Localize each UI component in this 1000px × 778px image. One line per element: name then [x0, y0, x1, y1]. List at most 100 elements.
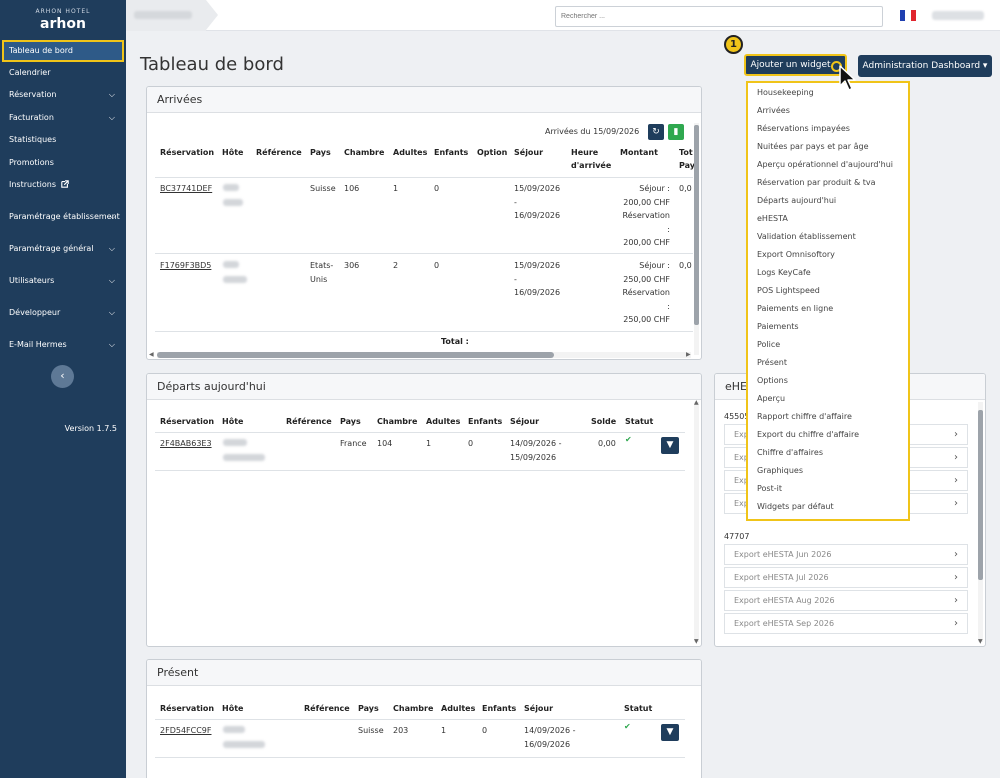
- widget-menu-item[interactable]: Réservation par produit & tva: [757, 177, 876, 189]
- collapse-sidebar-button[interactable]: ‹: [51, 365, 74, 388]
- reservation-link[interactable]: BC37741DEF: [160, 184, 212, 193]
- widget-menu-item[interactable]: Départs aujourd'hui: [757, 195, 836, 207]
- ehesta-export-item[interactable]: Export eHESTA Jun 2026 ›: [724, 544, 968, 565]
- sidebar-item-reservation[interactable]: Réservation ⌵: [0, 84, 126, 106]
- widget-menu-item[interactable]: eHESTA: [757, 213, 788, 225]
- sidebar-item-calendrier[interactable]: Calendrier: [0, 62, 126, 84]
- widget-menu-item[interactable]: Aperçu opérationnel d'aujourd'hui: [757, 159, 893, 171]
- sidebar-item-email-hermes[interactable]: E-Mail Hermes ⌵: [0, 334, 126, 356]
- col-header[interactable]: Chambre: [344, 146, 384, 159]
- widget-menu-item[interactable]: Graphiques: [757, 465, 803, 477]
- sidebar-item-parametrage-etablissement[interactable]: Paramétrage établissement ⌵: [0, 206, 126, 228]
- sidebar-item-facturation[interactable]: Facturation ⌵: [0, 107, 126, 129]
- scroll-down-icon[interactable]: ▼: [978, 638, 983, 645]
- col-header[interactable]: Réservation: [160, 415, 214, 428]
- widget-menu-item[interactable]: Nuitées par pays et par âge: [757, 141, 869, 153]
- widget-menu-item[interactable]: Paiements en ligne: [757, 303, 833, 315]
- vertical-scrollbar[interactable]: [978, 402, 983, 642]
- col-header[interactable]: Statut: [624, 702, 652, 715]
- col-header[interactable]: Chambre: [377, 415, 417, 428]
- flag-fr-icon[interactable]: [900, 10, 916, 21]
- scroll-down-icon[interactable]: ▼: [694, 638, 699, 645]
- widget-menu-item[interactable]: Arrivées: [757, 105, 790, 117]
- ehesta-export-item[interactable]: Export eHESTA Aug 2026 ›: [724, 590, 968, 611]
- logo[interactable]: ARHON HOTEL arhon: [0, 8, 126, 32]
- ehesta-export-item[interactable]: Export eHESTA Sep 2026 ›: [724, 613, 968, 634]
- widget-menu-item[interactable]: POS Lightspeed: [757, 285, 820, 297]
- scroll-left-icon[interactable]: ◀: [149, 351, 154, 358]
- cell-children: 0: [434, 261, 440, 270]
- col-header[interactable]: Séjour: [510, 415, 539, 428]
- widget-menu-item[interactable]: Aperçu: [757, 393, 785, 405]
- widget-menu-item[interactable]: Post-it: [757, 483, 782, 495]
- widget-menu-item[interactable]: Rapport chiffre d'affaire: [757, 411, 852, 423]
- widget-menu-item[interactable]: Police: [757, 339, 780, 351]
- search-input[interactable]: [555, 6, 883, 27]
- col-header[interactable]: Montant: [620, 146, 658, 159]
- sidebar-item-statistiques[interactable]: Statistiques: [0, 129, 126, 151]
- reservation-link[interactable]: F1769F3BD5: [160, 261, 211, 270]
- col-header[interactable]: Adultes: [441, 702, 475, 715]
- export-file-icon[interactable]: ▮: [668, 124, 684, 140]
- filter-icon[interactable]: ▼: [661, 437, 679, 454]
- breadcrumb[interactable]: [126, 0, 218, 31]
- col-header[interactable]: Pays: [310, 146, 331, 159]
- widget-menu-item[interactable]: Housekeeping: [757, 87, 814, 99]
- col-header[interactable]: Réservation: [160, 702, 214, 715]
- vertical-scrollbar[interactable]: [694, 402, 699, 642]
- widget-menu-item[interactable]: Chiffre d'affaires: [757, 447, 823, 459]
- col-header[interactable]: Hôte: [222, 146, 243, 159]
- sidebar-item-developpeur[interactable]: Développeur ⌵: [0, 302, 126, 324]
- col-header[interactable]: Pays: [358, 702, 379, 715]
- sidebar-item-parametrage-general[interactable]: Paramétrage général ⌵: [0, 238, 126, 260]
- col-header[interactable]: Solde: [591, 415, 616, 428]
- col-header[interactable]: Enfants: [468, 415, 502, 428]
- col-header[interactable]: Hôte: [222, 702, 243, 715]
- sidebar-item-utilisateurs[interactable]: Utilisateurs ⌵: [0, 270, 126, 292]
- col-header[interactable]: Statut: [625, 415, 653, 428]
- sidebar-item-label: Utilisateurs: [9, 276, 55, 285]
- reservation-link[interactable]: 2FD54FCC9F: [160, 726, 212, 735]
- filter-icon[interactable]: ▼: [661, 724, 679, 741]
- scroll-up-icon[interactable]: ▲: [694, 399, 699, 406]
- col-header[interactable]: Enfants: [434, 146, 468, 159]
- widget-menu-item[interactable]: Validation établissement: [757, 231, 856, 243]
- sidebar-item-promotions[interactable]: Promotions: [0, 152, 126, 174]
- scroll-right-icon[interactable]: ▶: [686, 351, 691, 358]
- col-header[interactable]: Référence: [286, 415, 332, 428]
- col-header[interactable]: Option: [477, 146, 507, 159]
- sidebar-item-instructions[interactable]: Instructions: [0, 174, 126, 196]
- amount-line: 250,00 CHF: [623, 274, 670, 284]
- user-menu[interactable]: [932, 11, 984, 20]
- col-header[interactable]: Adultes: [393, 146, 427, 159]
- reservation-link[interactable]: 2F4BAB63E3: [160, 439, 212, 448]
- administration-dashboard-button[interactable]: Administration Dashboard ▾: [858, 55, 992, 77]
- col-header[interactable]: Heure d'arrivée: [571, 146, 611, 172]
- widget-title: Présent: [147, 660, 701, 686]
- widget-menu-item[interactable]: Réservations impayées: [757, 123, 850, 135]
- col-header[interactable]: Enfants: [482, 702, 516, 715]
- widget-menu-item[interactable]: Widgets par défaut: [757, 501, 834, 513]
- col-header[interactable]: Tot Pay: [679, 146, 695, 172]
- col-header[interactable]: Séjour: [514, 146, 543, 159]
- col-header[interactable]: Référence: [304, 702, 350, 715]
- col-header[interactable]: Adultes: [426, 415, 460, 428]
- col-header[interactable]: Séjour: [524, 702, 553, 715]
- col-header[interactable]: Réservation: [160, 146, 214, 159]
- widget-menu-item[interactable]: Paiements: [757, 321, 799, 333]
- vertical-scrollbar[interactable]: [694, 123, 699, 355]
- sidebar-item-tableau-de-bord[interactable]: Tableau de bord: [2, 40, 124, 62]
- refresh-icon[interactable]: ↻: [648, 124, 664, 140]
- widget-menu-item[interactable]: Export du chiffre d'affaire: [757, 429, 859, 441]
- horizontal-scrollbar[interactable]: [157, 352, 691, 358]
- widget-menu-item[interactable]: Logs KeyCafe: [757, 267, 811, 279]
- widget-menu-item[interactable]: Présent: [757, 357, 787, 369]
- col-header[interactable]: Référence: [256, 146, 302, 159]
- widget-menu-item[interactable]: Export Omnisoftory: [757, 249, 835, 261]
- col-header[interactable]: Hôte: [222, 415, 243, 428]
- widget-menu-item[interactable]: Options: [757, 375, 788, 387]
- row-divider: [155, 757, 685, 758]
- ehesta-export-item[interactable]: Export eHESTA Jul 2026 ›: [724, 567, 968, 588]
- col-header[interactable]: Pays: [340, 415, 361, 428]
- col-header[interactable]: Chambre: [393, 702, 433, 715]
